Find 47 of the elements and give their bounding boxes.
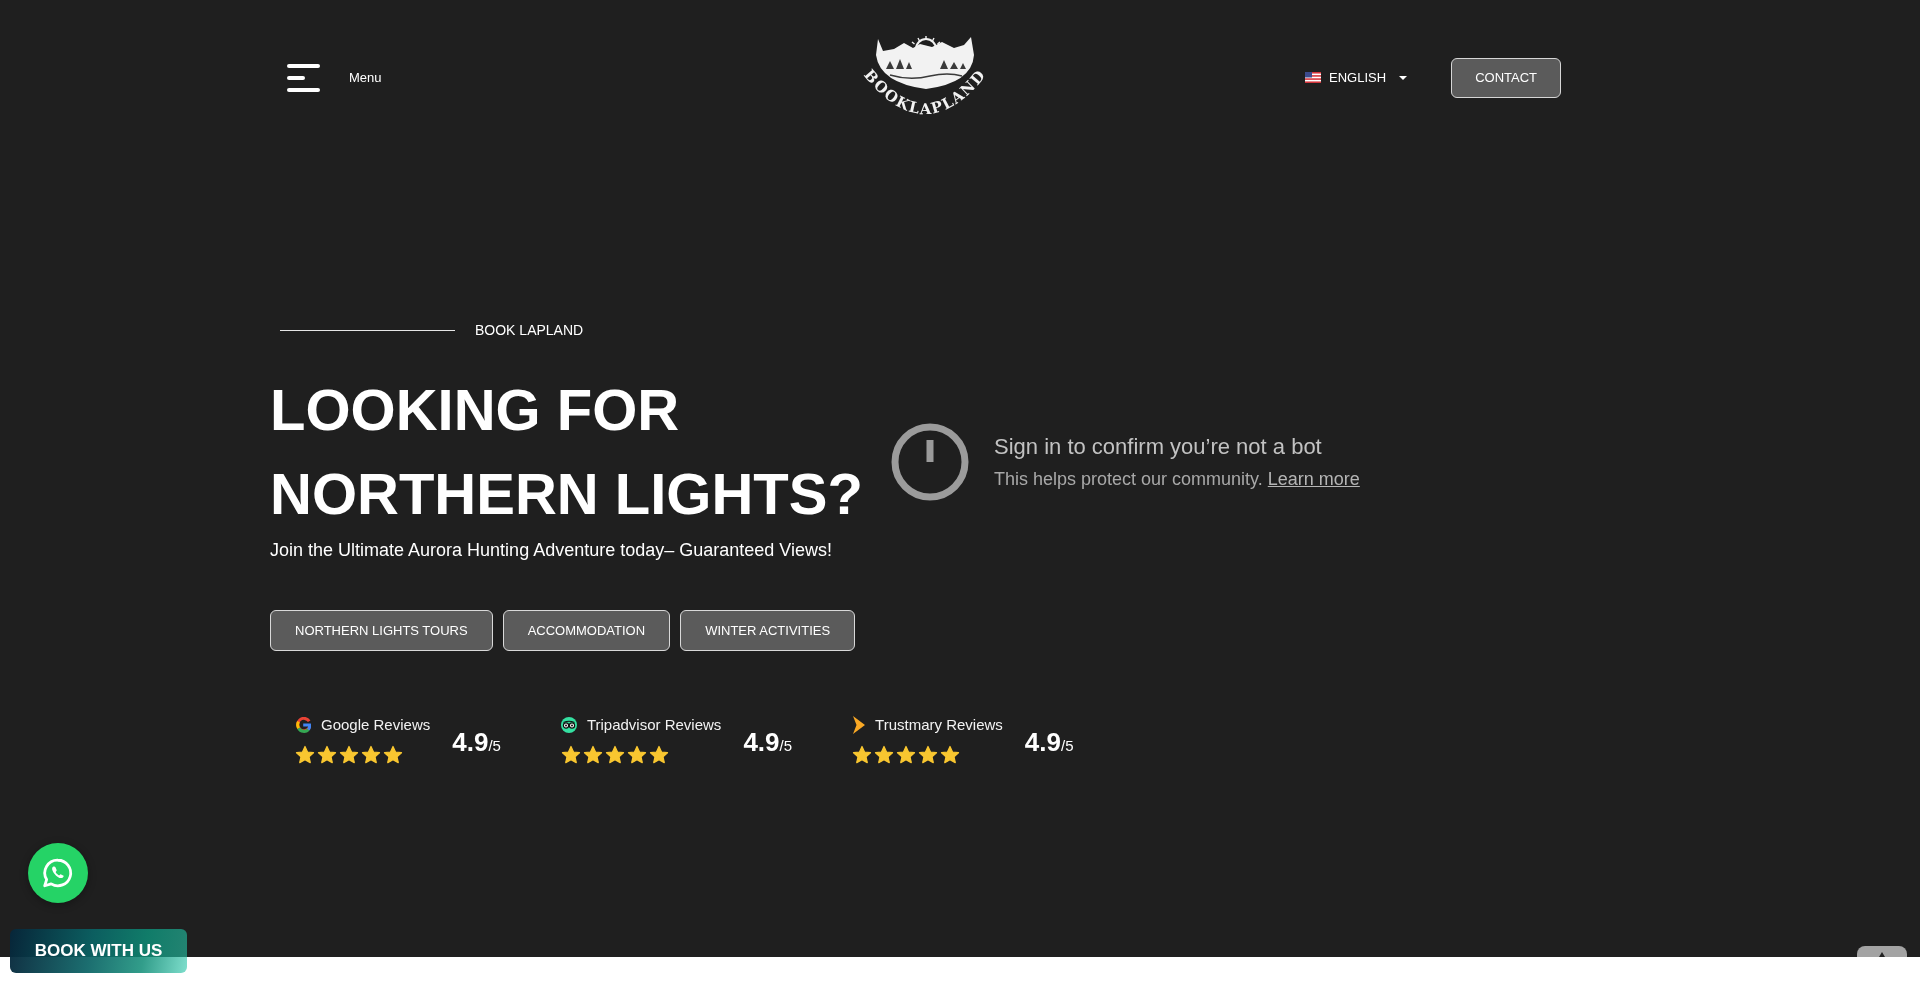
star-icon: [896, 745, 917, 765]
rating-scale: /5: [488, 737, 501, 755]
hero-heading: LOOKING FOR NORTHERN LIGHTS?: [270, 376, 864, 528]
review-source-label: Tripadvisor Reviews: [586, 715, 722, 735]
menu-button[interactable]: Menu: [287, 63, 382, 92]
language-selector[interactable]: ENGLISH: [1305, 69, 1408, 86]
learn-more-link[interactable]: Learn more: [1267, 469, 1360, 489]
category-button[interactable]: WINTER ACTIVITIES: [680, 610, 856, 651]
chat-button[interactable]: [28, 843, 88, 903]
chevron-icon: [852, 716, 866, 734]
star-icon: [361, 745, 381, 765]
contact-button[interactable]: CONTACT: [1451, 57, 1561, 98]
notice-title: Sign in to confirm you’re not a bot: [994, 434, 1323, 460]
alert-circle-icon: [890, 422, 970, 502]
menu-icon: [287, 63, 320, 92]
star-icon: [648, 745, 669, 765]
star-icon: [874, 745, 895, 765]
star-icon: [295, 745, 315, 765]
caret-down-icon: [1399, 75, 1408, 80]
star-icon: [626, 745, 647, 765]
flag-icon: [1305, 72, 1322, 83]
rating-score: 4.9: [743, 727, 780, 757]
star-icon: [918, 745, 939, 765]
g-logo-icon: [295, 717, 311, 733]
star-icon: [852, 745, 873, 765]
star-icon: [383, 745, 403, 765]
category-button[interactable]: ACCOMMODATION: [502, 610, 671, 651]
star-icon: [582, 745, 603, 765]
rating-score: 4.9: [1024, 727, 1061, 757]
star-icon: [317, 745, 337, 765]
owl-eyes-icon: [560, 717, 577, 733]
star-icon: [339, 745, 359, 765]
rating-scale: /5: [1061, 737, 1074, 755]
category-button[interactable]: NORTHERN LIGHTS TOURS: [270, 610, 493, 651]
phone-bubble-icon: [41, 856, 75, 890]
star-icon: [560, 745, 581, 765]
eyebrow-label: BOOK LAPLAND: [475, 321, 584, 339]
review-source-label: Trustmary Reviews: [875, 715, 1003, 735]
rating-score: 4.9: [452, 727, 489, 757]
book-with-us-button[interactable]: BOOK WITH US: [10, 929, 187, 973]
hero-subtitle: Join the Ultimate Aurora Hunting Adventure today– Guaranteed Views!: [270, 539, 832, 561]
star-icon: [604, 745, 625, 765]
rating-scale: /5: [779, 737, 793, 755]
scroll-top-button[interactable]: [1857, 946, 1907, 957]
notice-message: This helps protect our community. Learn more: [994, 468, 1360, 490]
star-icon: [940, 745, 961, 765]
review-source-label: Google Reviews: [321, 715, 431, 735]
